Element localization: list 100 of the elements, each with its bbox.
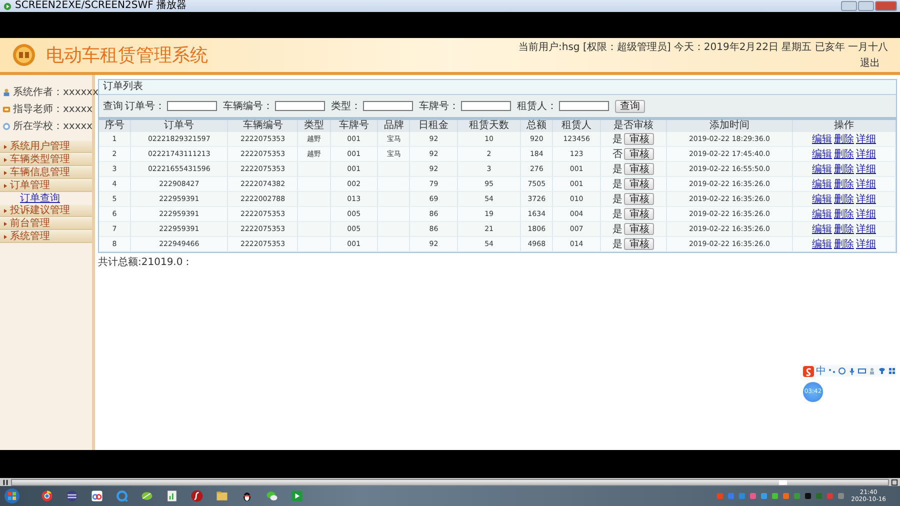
- app-icon: [3, 2, 12, 10]
- microphone-icon[interactable]: [848, 367, 856, 375]
- audit-button[interactable]: 审核: [624, 208, 654, 220]
- logo-icon: [12, 43, 36, 67]
- audit-button[interactable]: 审核: [624, 148, 654, 160]
- search-app-icon[interactable]: [115, 489, 129, 503]
- column-header: 是否审核: [600, 120, 666, 132]
- folder-icon[interactable]: [215, 489, 229, 503]
- action-link[interactable]: 详细: [856, 179, 876, 190]
- action-link[interactable]: 删除: [834, 194, 854, 205]
- field-label: 租赁人：: [517, 100, 557, 113]
- column-header: 租赁人: [552, 120, 600, 132]
- audit-button[interactable]: 审核: [624, 193, 654, 205]
- column-header: 日租金: [410, 120, 458, 132]
- triangle-icon: [4, 144, 7, 148]
- cloud-icon[interactable]: [90, 489, 104, 503]
- submenu-item[interactable]: 订单查询: [0, 193, 92, 204]
- action-link[interactable]: 编辑: [812, 239, 832, 250]
- player-icon[interactable]: [290, 489, 304, 503]
- audit-status: 是: [612, 209, 622, 220]
- action-link[interactable]: 编辑: [812, 179, 832, 190]
- action-link[interactable]: 删除: [834, 164, 854, 175]
- triangle-icon: [4, 184, 7, 188]
- start-button[interactable]: [4, 488, 20, 504]
- column-header: 车牌号: [330, 120, 378, 132]
- action-link[interactable]: 详细: [856, 224, 876, 235]
- audit-status: 否: [612, 149, 622, 160]
- action-link[interactable]: 编辑: [812, 194, 832, 205]
- shirt-icon[interactable]: [878, 367, 886, 375]
- info-text: 指导老师：xxxxx: [13, 102, 93, 116]
- keyboard-icon[interactable]: [858, 367, 866, 375]
- action-link[interactable]: 删除: [834, 224, 854, 235]
- audit-button[interactable]: 审核: [624, 223, 654, 235]
- search-button[interactable]: 查询: [615, 100, 645, 112]
- badge-icon: [2, 104, 11, 114]
- input-field[interactable]: [275, 101, 325, 111]
- column-header: 总额: [520, 120, 553, 132]
- audit-status: 是: [612, 194, 622, 205]
- window-title: SCREEN2EXE/SCREEN2SWF 播放器: [15, 0, 187, 12]
- app-title: 电动车租赁管理系统: [46, 44, 208, 67]
- triangle-icon: [4, 208, 7, 212]
- audit-button[interactable]: 审核: [624, 163, 654, 175]
- flash-icon[interactable]: [190, 489, 204, 503]
- browser-icon[interactable]: [40, 489, 54, 503]
- chart-icon[interactable]: [165, 489, 179, 503]
- audit-button[interactable]: 审核: [624, 178, 654, 190]
- field-label: 订单号：: [125, 100, 165, 113]
- action-link[interactable]: 删除: [834, 179, 854, 190]
- input-field[interactable]: [363, 101, 413, 111]
- people-icon: [2, 88, 11, 96]
- logout-link[interactable]: 退出: [860, 56, 880, 70]
- triangle-icon: [4, 158, 7, 162]
- action-link[interactable]: 详细: [856, 134, 876, 145]
- action-link[interactable]: 详细: [856, 209, 876, 220]
- input-mode[interactable]: 中: [816, 364, 826, 378]
- audit-status: 是: [612, 239, 622, 250]
- field-label: 类型：: [331, 100, 361, 113]
- emoji-icon[interactable]: [838, 367, 846, 375]
- audit-status: 是: [612, 224, 622, 235]
- input-field[interactable]: [167, 101, 217, 111]
- action-link[interactable]: 编辑: [812, 134, 832, 145]
- audit-status: 是: [612, 164, 622, 175]
- fullscreen-icon[interactable]: [891, 478, 898, 486]
- audit-button[interactable]: 审核: [624, 238, 654, 250]
- info-text: 系统作者：xxxxxx: [13, 86, 99, 99]
- input-field[interactable]: [559, 101, 609, 111]
- action-link[interactable]: 删除: [834, 134, 854, 145]
- action-link[interactable]: 详细: [856, 239, 876, 250]
- action-link[interactable]: 详细: [856, 149, 876, 160]
- grid-icon[interactable]: [888, 367, 896, 375]
- panel-title: 订单列表: [99, 80, 896, 95]
- action-link[interactable]: 编辑: [812, 149, 832, 160]
- triangle-icon: [4, 170, 7, 174]
- user-info: 当前用户:hsg [权限：超级管理员] 今天：2019年2月22日 星期五 已亥年 一月十八: [518, 40, 888, 54]
- field-label: 车牌号：: [419, 100, 459, 113]
- seek-thumb[interactable]: [778, 480, 787, 484]
- sogou-icon[interactable]: [803, 366, 814, 376]
- search-label: 查询: [103, 100, 123, 113]
- column-header: 添加时间: [666, 120, 792, 132]
- leaf-icon[interactable]: [140, 489, 154, 503]
- total-amount: 共计总额:21019.0：: [98, 256, 194, 269]
- audit-status: 是: [612, 179, 622, 190]
- action-link[interactable]: 详细: [856, 194, 876, 205]
- disk-icon[interactable]: [65, 489, 79, 503]
- audit-button[interactable]: 审核: [624, 133, 654, 145]
- action-link[interactable]: 编辑: [812, 224, 832, 235]
- column-header: 订单号: [130, 120, 228, 132]
- action-link[interactable]: 详细: [856, 164, 876, 175]
- action-link[interactable]: 编辑: [812, 164, 832, 175]
- input-field[interactable]: [461, 101, 511, 111]
- punctuation-icon[interactable]: [828, 367, 836, 375]
- column-header: 车辆编号: [228, 120, 298, 132]
- action-link[interactable]: 编辑: [812, 209, 832, 220]
- triangle-icon: [4, 222, 7, 226]
- action-link[interactable]: 删除: [834, 239, 854, 250]
- action-link[interactable]: 删除: [834, 209, 854, 220]
- column-header: 品牌: [378, 120, 410, 132]
- field-label: 车辆编号：: [223, 100, 273, 113]
- action-link[interactable]: 删除: [834, 149, 854, 160]
- pause-icon[interactable]: [2, 478, 9, 486]
